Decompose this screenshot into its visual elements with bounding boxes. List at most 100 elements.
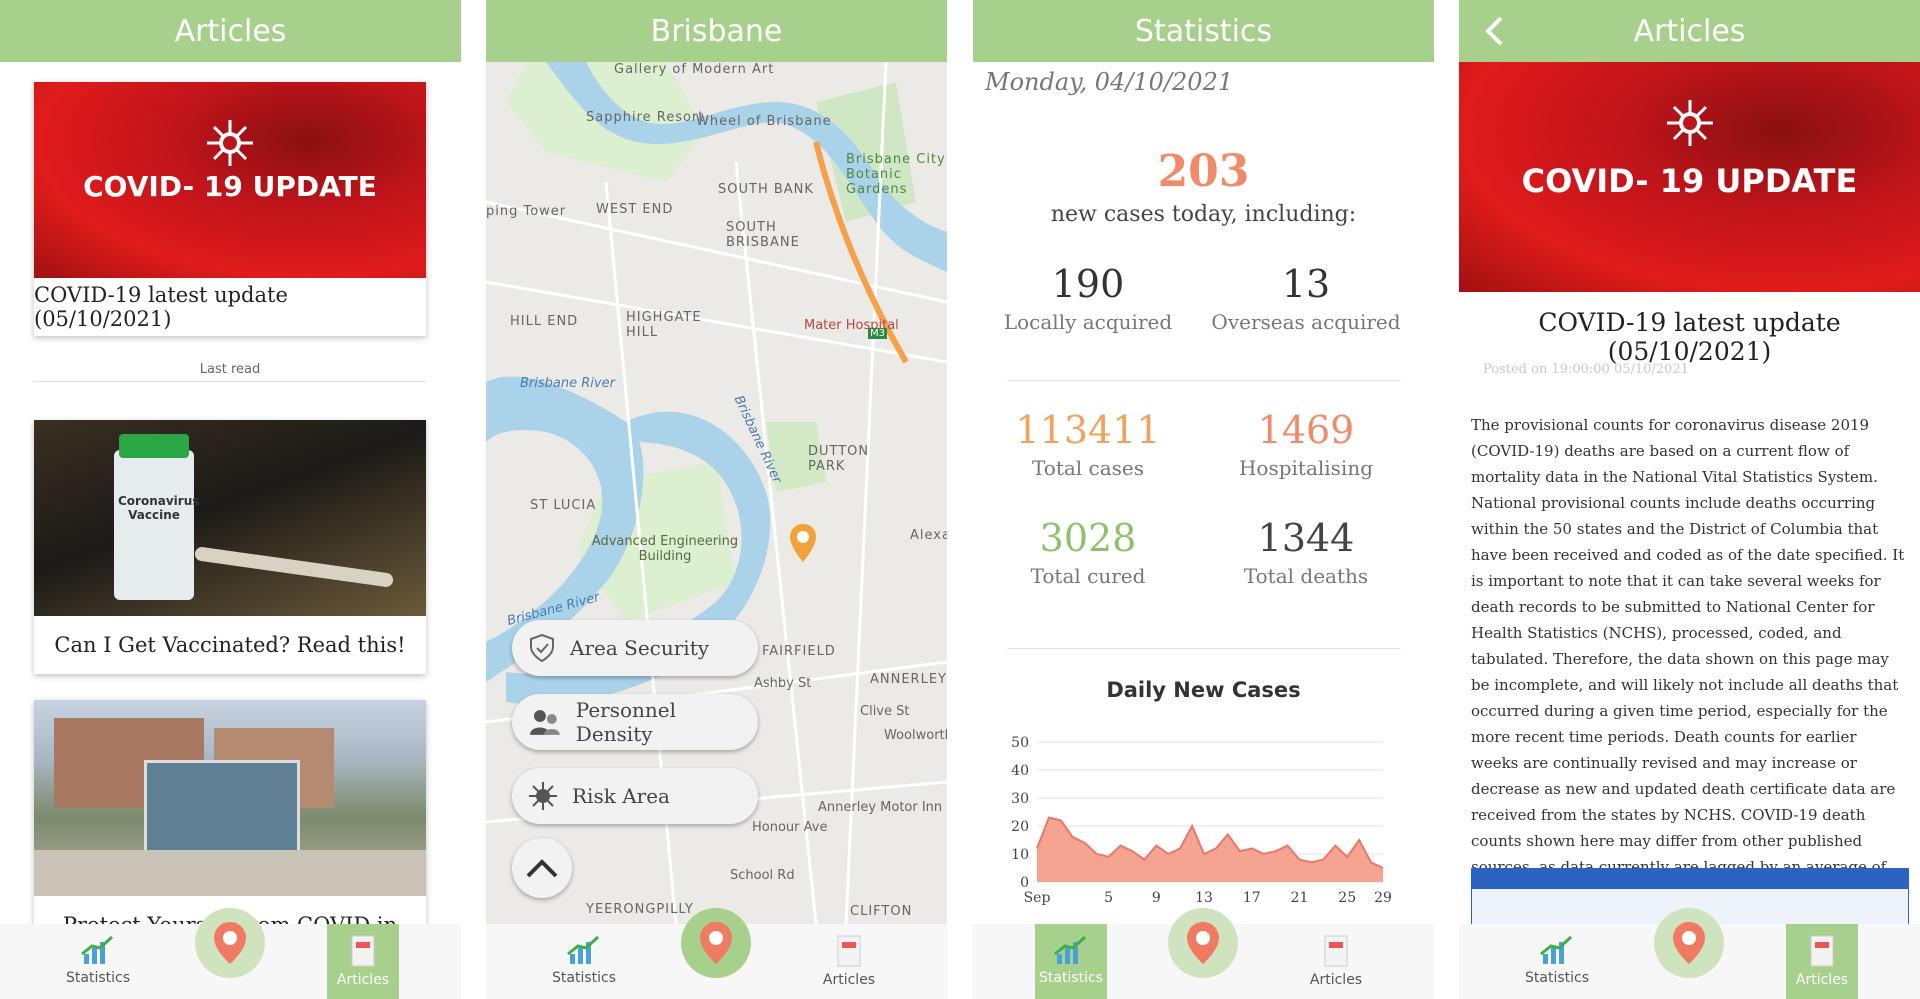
personnel-density-button[interactable]: Personnel Density	[512, 694, 758, 750]
nav-statistics[interactable]: Statistics	[1521, 924, 1593, 999]
article-detail-screen: Articles COVID- 19 UPDATE COVID-19 lates…	[1459, 0, 1920, 999]
x-tick-label: Sep	[1024, 890, 1051, 906]
highway-shield: M3	[868, 328, 887, 339]
stat-label: Total cases	[1031, 456, 1145, 480]
people-icon	[529, 710, 560, 735]
stat-value: 1469	[1257, 408, 1355, 452]
total-deaths-stat: 1344 Total deaths	[1191, 516, 1421, 588]
x-tick-label: 29	[1374, 890, 1392, 906]
page-title: Articles	[1633, 13, 1746, 49]
stat-label: Total deaths	[1243, 564, 1369, 588]
document-icon	[837, 935, 861, 967]
map-view[interactable]: Gallery of Modern Art Sapphire Resort Wh…	[486, 62, 947, 924]
map-label-school: School Rd	[730, 868, 795, 883]
nav-label: Statistics	[552, 970, 616, 986]
posted-timestamp: Posted on 19:00:00 05/10/2021	[1483, 362, 1689, 377]
vial-label: Coronavirus Vaccine	[118, 494, 200, 522]
map-label-woolworths: Woolworth	[884, 728, 947, 743]
document-icon	[351, 935, 375, 967]
nav-label: Articles	[1309, 972, 1363, 988]
bottom-nav: Statistics Articles	[486, 908, 947, 999]
map-label-river: Brisbane River	[520, 376, 615, 391]
y-tick-label: 40	[1011, 763, 1029, 779]
nav-map[interactable]	[1168, 908, 1238, 978]
total-cured-stat: 3028 Total cured	[973, 516, 1203, 588]
y-tick-label: 20	[1011, 819, 1029, 835]
nav-label: Articles	[336, 972, 390, 988]
map-screen: Brisbane Gallery of Modern Art Sapphire …	[486, 0, 947, 999]
chart-icon	[81, 935, 114, 964]
nav-articles[interactable]: Articles	[327, 924, 399, 999]
y-tick-label: 30	[1011, 791, 1029, 807]
x-tick-label: 5	[1104, 890, 1113, 906]
nav-statistics[interactable]: Statistics	[1035, 924, 1107, 999]
map-label-fairfield: FAIRFIELD	[762, 644, 836, 659]
chart-icon	[567, 935, 600, 964]
statistics-screen: Statistics Monday, 04/10/2021 203 new ca…	[973, 0, 1434, 999]
x-tick-label: 25	[1338, 890, 1356, 906]
map-pin-icon	[1187, 922, 1219, 964]
nav-map[interactable]	[1654, 908, 1724, 978]
new-cases-label: new cases today, including:	[1050, 202, 1357, 227]
map-label-stlucia: ST LUCIA	[530, 498, 597, 513]
document-icon	[1810, 935, 1834, 967]
map-pin-icon	[700, 922, 732, 964]
area-security-button[interactable]: Area Security	[512, 620, 758, 676]
virus-icon	[529, 782, 557, 810]
nav-articles[interactable]: Articles	[1300, 924, 1372, 999]
bottom-nav: Statistics Articles	[1459, 908, 1920, 999]
map-label-ashby: Ashby St	[754, 676, 812, 691]
stat-value: 113411	[1015, 408, 1161, 452]
report-date: Monday, 04/10/2021	[985, 68, 1234, 96]
bottom-nav: Statistics Articles	[0, 908, 461, 999]
expand-button[interactable]	[512, 838, 572, 898]
article-card[interactable]: COVID- 19 UPDATE COVID-19 latest update …	[34, 82, 426, 336]
stat-label: Overseas acquired	[1211, 310, 1401, 334]
nav-articles[interactable]: Articles	[813, 924, 885, 999]
article-card[interactable]: Coronavirus Vaccine Can I Get Vaccinated…	[34, 420, 426, 674]
nav-statistics[interactable]: Statistics	[548, 924, 620, 999]
stat-label: Locally acquired	[1003, 310, 1173, 334]
y-tick-label: 10	[1011, 847, 1029, 863]
virus-icon	[207, 120, 253, 166]
risk-area-button[interactable]: Risk Area	[512, 768, 758, 824]
virus-icon	[1666, 100, 1713, 146]
nav-label: Articles	[1795, 972, 1849, 988]
article-title: COVID-19 latest update (05/10/2021)	[34, 283, 288, 331]
nav-map[interactable]	[681, 908, 751, 978]
nav-statistics[interactable]: Statistics	[62, 924, 134, 999]
map-label-clifton: CLIFTON	[850, 904, 913, 919]
map-label-advanced: Advanced Engineering Building	[591, 534, 739, 564]
nav-map[interactable]	[195, 908, 265, 978]
back-arrow-icon[interactable]	[1479, 14, 1511, 48]
overseas-stat: 13 Overseas acquired	[1191, 262, 1421, 334]
stat-value: 13	[1281, 262, 1331, 306]
pill-label: Personnel Density	[575, 698, 677, 746]
map-label-hillend: HILL END	[510, 314, 579, 329]
plaza-shape	[34, 850, 426, 896]
article-image	[34, 700, 426, 896]
document-icon	[1324, 935, 1348, 967]
map-label-motor: Annerley Motor Inn	[818, 800, 943, 815]
vial-cap	[119, 434, 189, 458]
hospitalising-stat: 1469 Hospitalising	[1191, 408, 1421, 480]
map-label-gallery: Gallery of Modern Art	[614, 62, 775, 77]
map-label-duttonpark: DUTTON PARK	[808, 444, 870, 474]
x-tick-label: 21	[1291, 890, 1309, 906]
articles-screen: Articles COVID- 19 UPDATE COVID-19 lates…	[0, 0, 461, 999]
total-cases-stat: 113411 Total cases	[973, 408, 1203, 480]
nav-articles[interactable]: Articles	[1786, 924, 1858, 999]
location-marker-icon[interactable]	[788, 522, 818, 564]
map-label-tower: ping Tower	[486, 204, 567, 219]
map-label-honour: Honour Ave	[752, 820, 828, 835]
articles-header: Articles	[0, 0, 461, 62]
pill-label: Area Security	[570, 636, 710, 660]
x-tick-label: 17	[1243, 890, 1261, 906]
stat-value: 190	[1051, 262, 1125, 306]
image-caption: COVID- 19 UPDATE	[83, 170, 377, 203]
map-label-clive: Clive St	[860, 704, 910, 719]
map-label-westend: WEST END	[596, 202, 674, 217]
daily-cases-chart: 0 10 20 30 40 50 Sep 5 9 13 17 21 25 29	[1011, 735, 1392, 906]
detail-header: Articles	[1459, 0, 1920, 62]
y-tick-label: 50	[1011, 735, 1029, 751]
